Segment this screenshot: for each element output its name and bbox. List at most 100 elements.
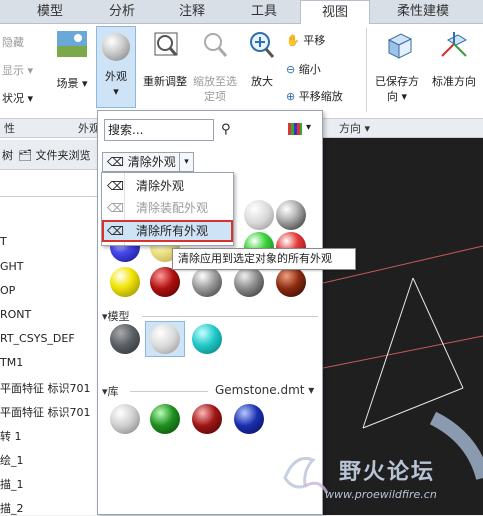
palette-dropdown-icon[interactable]: ▾ xyxy=(306,122,311,133)
watermark-title: 野火论坛 xyxy=(339,460,436,485)
menu-item-label: 清除外观 xyxy=(136,179,185,193)
model-swatch[interactable] xyxy=(150,324,180,354)
status-label: 状况 xyxy=(2,92,24,105)
standard-orientation-button[interactable]: 标准方向 xyxy=(428,30,480,89)
status-button[interactable]: 状况 ▾ xyxy=(2,90,33,106)
section-divider xyxy=(142,316,318,317)
model-swatch[interactable] xyxy=(110,324,140,354)
display-button[interactable]: 显示 ▾ xyxy=(2,62,33,78)
appearance-swatch[interactable] xyxy=(244,200,274,230)
standard-orientation-label: 标准方向 xyxy=(432,75,476,88)
scene-label: 场景 ▾ xyxy=(56,77,88,90)
tree-item[interactable]: 平面特征 标识701 xyxy=(0,404,91,420)
clear-appearance-label: 清除外观 xyxy=(127,155,176,169)
pan-label: 平移 xyxy=(303,34,326,47)
clear-appearance-split-button[interactable]: ⌫ 清除外观 ▾ xyxy=(102,152,194,172)
tree-item[interactable]: GHT xyxy=(0,260,24,273)
pan-zoom-label: 平移缩放 xyxy=(298,90,343,103)
zoom-selected-icon xyxy=(204,33,228,57)
zoom-out-button[interactable]: ⊖ 缩小 xyxy=(286,61,321,77)
appearance-swatch[interactable] xyxy=(234,267,264,297)
pan-zoom-icon: ⊕ xyxy=(286,90,296,103)
tree-item[interactable]: RT_CSYS_DEF xyxy=(0,332,75,345)
regenerate-button[interactable]: 重新调整 xyxy=(143,30,187,89)
tab-flexible-modeling[interactable]: 柔性建模 xyxy=(378,0,468,24)
tab-model-tree[interactable]: 树 xyxy=(2,147,13,163)
eraser-icon: ⌫ xyxy=(107,224,124,238)
zoom-selected-button[interactable]: 缩放至选定项 xyxy=(190,30,240,104)
menu-item-clear-assembly-appearance[interactable]: ⌫ 清除装配外观 xyxy=(102,197,233,219)
appearance-swatch[interactable] xyxy=(110,267,140,297)
hide-button[interactable]: 隐藏 xyxy=(2,34,24,50)
tree-item[interactable]: 描_1 xyxy=(0,476,24,492)
menu-item-clear-appearance[interactable]: ⌫ 清除外观 xyxy=(102,175,233,197)
menu-item-label: 清除所有外观 xyxy=(136,224,209,238)
appearance-swatch[interactable] xyxy=(150,267,180,297)
folder-browser-label: 文件夹浏览 xyxy=(35,149,91,162)
regenerate-label: 重新调整 xyxy=(143,75,187,88)
group-label-orientation: 方向 ▾ xyxy=(323,118,483,138)
scene-icon xyxy=(57,31,87,57)
ribbon: 隐藏 显示 ▾ 状况 ▾ 场景 ▾ 外观 ▾ 重新调整 缩放至选定项 放大 ✋ … xyxy=(0,24,483,119)
tree-item[interactable]: T xyxy=(0,235,7,248)
chevron-down-icon[interactable]: ▾ xyxy=(179,153,193,171)
menu-item-clear-all-appearances[interactable]: ⌫ 清除所有外观 xyxy=(102,220,233,242)
tab-view[interactable]: 视图 xyxy=(300,0,370,25)
tree-item[interactable]: 转 1 xyxy=(0,428,22,444)
pan-hand-icon: ✋ xyxy=(286,34,300,47)
scene-button[interactable]: 场景 ▾ xyxy=(54,30,90,91)
search-icon[interactable]: ⚲ xyxy=(221,122,231,137)
clear-appearance-menu: ⌫ 清除外观 ⌫ 清除装配外观 ⌫ 清除所有外观 xyxy=(101,172,234,246)
appearance-sphere-icon xyxy=(102,33,130,61)
section-library-header[interactable]: ▾库 xyxy=(102,383,119,399)
library-swatch[interactable] xyxy=(150,404,180,434)
zoom-in-label: 放大 xyxy=(251,75,273,88)
pan-button[interactable]: ✋ 平移 xyxy=(286,32,325,48)
tab-tools[interactable]: 工具 xyxy=(232,0,296,24)
tree-item[interactable]: 描_2 xyxy=(0,500,24,516)
appearance-button[interactable]: 外观 ▾ xyxy=(96,26,136,108)
zoom-selected-label: 缩放至选定项 xyxy=(193,75,237,103)
tab-analysis[interactable]: 分析 xyxy=(90,0,154,24)
library-file-label: Gemstone.dmt xyxy=(215,383,305,397)
zoom-fit-icon xyxy=(154,32,178,56)
library-swatch[interactable] xyxy=(192,404,222,434)
tree-item[interactable]: RONT xyxy=(0,308,31,321)
watermark-url: www.proewildfire.cn xyxy=(325,488,437,501)
tree-item[interactable]: 平面特征 标识701 xyxy=(0,380,91,396)
library-file-dropdown[interactable]: Gemstone.dmt ▾ xyxy=(215,383,314,397)
tree-item[interactable]: 绘_1 xyxy=(0,452,24,468)
appearance-swatch[interactable] xyxy=(192,267,222,297)
tree-item[interactable]: TM1 xyxy=(0,356,23,369)
pan-zoom-button[interactable]: ⊕ 平移缩放 xyxy=(286,88,343,104)
appearance-swatch[interactable] xyxy=(276,200,306,230)
section-model-header[interactable]: ▾模型 xyxy=(102,308,130,324)
section-library-label: 库 xyxy=(107,385,119,398)
appearance-dropdown-icon: ▾ xyxy=(113,85,119,98)
library-swatch[interactable] xyxy=(110,404,140,434)
tab-folder-browser[interactable]: 🗂 文件夹浏览 xyxy=(18,147,90,163)
panel-tab-strip: 树 🗂 文件夹浏览 xyxy=(0,140,98,170)
saved-orientations-button[interactable]: 已保存方向 ▾ xyxy=(370,30,424,104)
palette-grid-icon[interactable] xyxy=(288,123,302,135)
section-divider xyxy=(130,391,208,392)
menu-item-label: 清除装配外观 xyxy=(136,201,209,215)
zoom-in-button[interactable]: 放大 xyxy=(245,30,279,89)
model-swatch[interactable] xyxy=(192,324,222,354)
group-label-left: 性 xyxy=(4,122,15,135)
display-label: 显示 xyxy=(2,64,24,77)
model-tree-panel: 树 🗂 文件夹浏览 T GHT OP RONT RT_CSYS_DEF TM1 … xyxy=(0,138,98,515)
eraser-icon: ⌫ xyxy=(107,155,124,169)
section-model-label: 模型 xyxy=(107,310,130,323)
zoom-out-icon: ⊖ xyxy=(286,63,296,76)
appearance-swatch[interactable] xyxy=(276,267,306,297)
tree-item[interactable]: OP xyxy=(0,284,15,297)
hide-label: 隐藏 xyxy=(2,36,24,49)
tab-model[interactable]: 模型 xyxy=(18,0,82,24)
tooltip: 清除应用到选定对象的所有外观 xyxy=(172,248,356,270)
tab-annotation[interactable]: 注释 xyxy=(160,0,224,24)
library-swatch[interactable] xyxy=(234,404,264,434)
search-input[interactable]: 搜索... xyxy=(104,119,214,141)
tree-divider xyxy=(0,196,98,197)
saved-orientation-cube-icon xyxy=(387,33,413,59)
